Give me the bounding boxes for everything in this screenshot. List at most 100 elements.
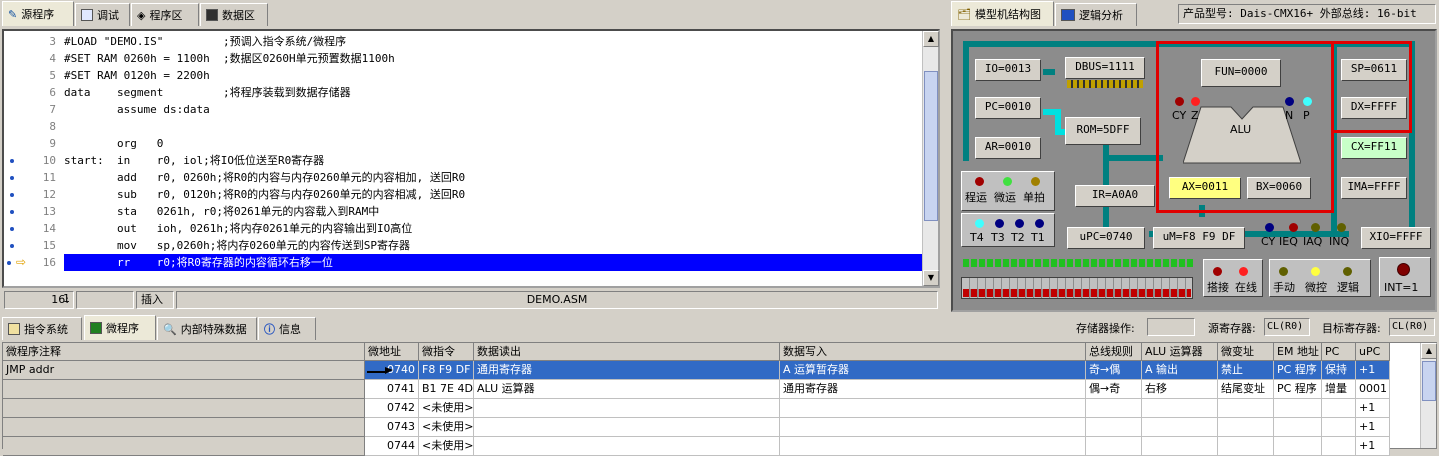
table-cell[interactable]: 0742 bbox=[365, 399, 419, 418]
table-cell[interactable]: 0744 bbox=[365, 437, 419, 456]
int-button[interactable] bbox=[1397, 263, 1410, 276]
code-line[interactable]: add r0, 0260h;将R0的内容与内存0260单元的内容相加, 送回R0 bbox=[64, 169, 922, 186]
table-cell[interactable]: <未使用> bbox=[419, 418, 474, 437]
scroll-thumb[interactable] bbox=[924, 71, 938, 221]
reg-io[interactable]: IO=0013 bbox=[975, 59, 1041, 81]
table-cell[interactable]: 通用寄存器 bbox=[474, 361, 780, 380]
table-cell[interactable]: 0741 bbox=[365, 380, 419, 399]
reg-upc[interactable]: uPC=0740 bbox=[1067, 227, 1145, 249]
column-header[interactable]: ALU 运算器 bbox=[1142, 343, 1218, 361]
code-line[interactable]: out ioh, 0261h;将内存0261单元的内容输出到IO高位 bbox=[64, 220, 922, 237]
table-cell[interactable]: 结尾变址 bbox=[1218, 380, 1274, 399]
table-cell[interactable]: 右移 bbox=[1142, 380, 1218, 399]
breakpoint-marker[interactable] bbox=[10, 193, 14, 197]
reg-cx[interactable]: CX=FF11 bbox=[1341, 137, 1407, 159]
code-line[interactable]: data segment ;将程序装载到数据存储器 bbox=[64, 84, 922, 101]
table-cell[interactable] bbox=[1142, 418, 1218, 437]
column-header[interactable]: uPC bbox=[1356, 343, 1390, 361]
table-cell[interactable]: 0743 bbox=[365, 418, 419, 437]
run-step-label[interactable]: 单拍 bbox=[1023, 189, 1045, 205]
table-cell[interactable]: PC 程序 bbox=[1274, 361, 1322, 380]
row-comment-cell[interactable]: JMP addr bbox=[3, 361, 365, 380]
table-cell[interactable]: ALU 运算器 bbox=[474, 380, 780, 399]
reg-ima[interactable]: IMA=FFFF bbox=[1341, 177, 1407, 199]
column-header[interactable]: 微程序注释 bbox=[3, 343, 365, 361]
table-cell[interactable] bbox=[1086, 418, 1142, 437]
breakpoint-marker[interactable] bbox=[10, 227, 14, 231]
breakpoint-marker[interactable] bbox=[10, 176, 14, 180]
table-cell[interactable]: +1 bbox=[1356, 418, 1390, 437]
logic-label[interactable]: 逻辑 bbox=[1337, 279, 1359, 295]
reg-um[interactable]: uM=F8 F9 DF bbox=[1153, 227, 1245, 249]
code-line[interactable]: mov sp,0260h;将内存0260单元的内容传送到SP寄存器 bbox=[64, 237, 922, 254]
table-cell[interactable]: <未使用> bbox=[419, 399, 474, 418]
code-line[interactable]: org 0 bbox=[64, 135, 922, 152]
code-line[interactable] bbox=[64, 118, 922, 135]
reg-sp[interactable]: SP=0611 bbox=[1341, 59, 1407, 81]
table-scroll-up-button[interactable]: ▲ bbox=[1421, 343, 1437, 359]
table-cell[interactable] bbox=[474, 418, 780, 437]
table-cell[interactable]: B1 7E 4D bbox=[419, 380, 474, 399]
table-cell[interactable]: +1 bbox=[1356, 437, 1390, 456]
table-cell[interactable]: 偶→奇 bbox=[1086, 380, 1142, 399]
table-cell[interactable]: F8 F9 DF bbox=[419, 361, 474, 380]
table-cell[interactable] bbox=[1274, 437, 1322, 456]
table-cell[interactable]: +1 bbox=[1356, 399, 1390, 418]
tab-source[interactable]: ✎ 源程序 bbox=[2, 1, 74, 26]
table-cell[interactable]: 通用寄存器 bbox=[780, 380, 1086, 399]
table-cell[interactable] bbox=[1322, 399, 1356, 418]
column-header[interactable]: 微地址 bbox=[365, 343, 419, 361]
column-header[interactable]: 数据读出 bbox=[474, 343, 780, 361]
code-line[interactable]: sta 0261h, r0;将0261单元的内容载入到RAM中 bbox=[64, 203, 922, 220]
table-cell[interactable] bbox=[1218, 437, 1274, 456]
table-cell[interactable]: A 运算暂存器 bbox=[780, 361, 1086, 380]
connect-label[interactable]: 搭接 bbox=[1207, 279, 1229, 295]
tab-logic-analysis[interactable]: 逻辑分析 bbox=[1055, 3, 1137, 26]
tab-debug[interactable]: 调试 bbox=[75, 3, 130, 26]
table-cell[interactable] bbox=[1322, 437, 1356, 456]
tab-model-structure[interactable]: 🗂 模型机结构图 bbox=[951, 1, 1054, 26]
table-cell[interactable] bbox=[1086, 399, 1142, 418]
table-cell[interactable] bbox=[1218, 418, 1274, 437]
column-header[interactable]: 微变址 bbox=[1218, 343, 1274, 361]
breakpoint-marker[interactable] bbox=[10, 210, 14, 214]
table-cell[interactable]: 0001 bbox=[1356, 380, 1390, 399]
table-cell[interactable]: PC 程序 bbox=[1274, 380, 1322, 399]
breakpoint-marker[interactable] bbox=[7, 261, 11, 265]
row-comment-cell[interactable] bbox=[3, 437, 365, 456]
row-comment-cell[interactable] bbox=[3, 399, 365, 418]
reg-ir[interactable]: IR=A0A0 bbox=[1075, 185, 1155, 207]
table-cell[interactable] bbox=[1142, 437, 1218, 456]
table-cell[interactable]: <未使用> bbox=[419, 437, 474, 456]
reg-dx[interactable]: DX=FFFF bbox=[1341, 97, 1407, 119]
breakpoint-marker[interactable] bbox=[10, 244, 14, 248]
row-comment-cell[interactable] bbox=[3, 418, 365, 437]
column-header[interactable]: 数据写入 bbox=[780, 343, 1086, 361]
table-cell[interactable] bbox=[780, 399, 1086, 418]
table-cell[interactable]: 奇→偶 bbox=[1086, 361, 1142, 380]
reg-fun[interactable]: FUN=0000 bbox=[1201, 59, 1281, 87]
dst-reg-field[interactable]: CL(R0) bbox=[1389, 318, 1435, 336]
code-line[interactable]: #LOAD "DEMO.IS" ;预调入指令系统/微程序 bbox=[64, 33, 922, 50]
code-line[interactable]: assume ds:data bbox=[64, 101, 922, 118]
table-cell[interactable] bbox=[1142, 399, 1218, 418]
mem-op-field[interactable] bbox=[1147, 318, 1195, 336]
tab-data-area[interactable]: 数据区 bbox=[200, 3, 268, 26]
reg-pc[interactable]: PC=0010 bbox=[975, 97, 1041, 119]
code-line[interactable]: sub r0, 0120h;将R0的内容与内存0260单元的内容相减, 送回R0 bbox=[64, 186, 922, 203]
src-reg-field[interactable]: CL(R0) bbox=[1264, 318, 1310, 336]
reg-xio[interactable]: XIO=FFFF bbox=[1361, 227, 1431, 249]
table-cell[interactable] bbox=[1322, 418, 1356, 437]
table-cell[interactable]: 保持 bbox=[1322, 361, 1356, 380]
table-cell[interactable]: A 输出 bbox=[1142, 361, 1218, 380]
reg-dbus[interactable]: DBUS=1111 bbox=[1065, 57, 1145, 79]
tab-internal-data[interactable]: 🔍 内部特殊数据 bbox=[157, 317, 257, 340]
run-micro-label[interactable]: 微运 bbox=[994, 189, 1016, 205]
table-vertical-scrollbar[interactable]: ▲ bbox=[1420, 343, 1437, 448]
reg-ar[interactable]: AR=0010 bbox=[975, 137, 1041, 159]
tab-program-area[interactable]: ◈ 程序区 bbox=[131, 3, 199, 26]
column-header[interactable]: PC bbox=[1322, 343, 1356, 361]
code-line[interactable]: #SET RAM 0120h = 2200h bbox=[64, 67, 922, 84]
table-cell[interactable] bbox=[474, 399, 780, 418]
reg-bx[interactable]: BX=0060 bbox=[1247, 177, 1311, 199]
